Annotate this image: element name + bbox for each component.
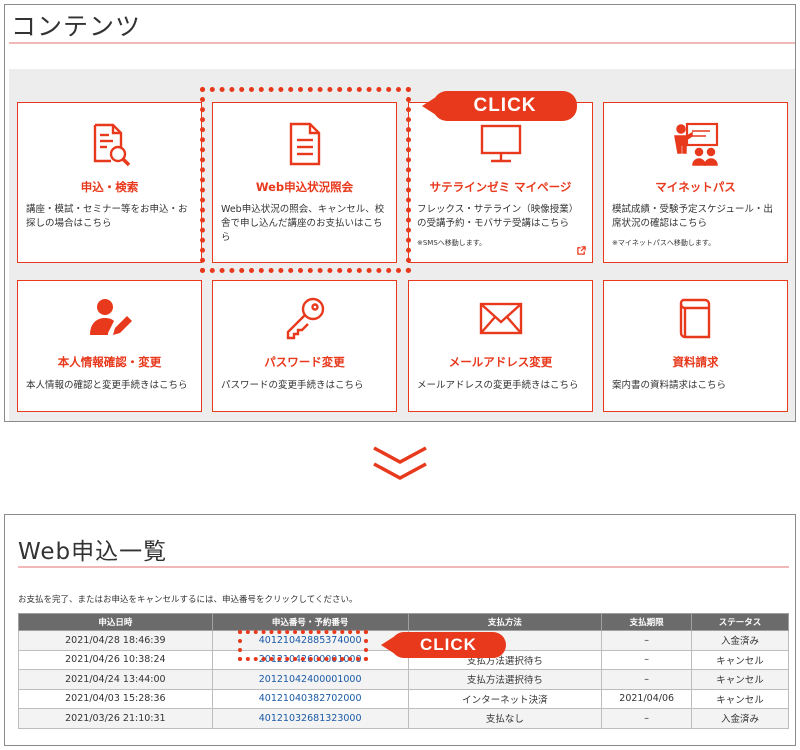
deadline-cell: – bbox=[601, 630, 693, 651]
table-row: 2021/03/26 21:10:31 40121032681323000 支払… bbox=[18, 708, 789, 729]
title-divider bbox=[18, 566, 789, 568]
table-row: 2021/04/03 15:28:36 40121040382702000 イン… bbox=[18, 688, 789, 709]
payment-method-cell: インターネット決済 bbox=[407, 688, 603, 709]
table-row: 2021/04/24 13:44:00 20121042400001000 支払… bbox=[18, 669, 789, 690]
key-icon bbox=[282, 295, 328, 341]
card-apply-search[interactable]: 申込・検索 講座・模試・セミナー等をお申込・お探しの場合はこちら bbox=[17, 102, 202, 263]
column-header: 支払方法 bbox=[407, 613, 603, 631]
deadline-cell: – bbox=[601, 708, 693, 729]
column-header: 申込日時 bbox=[18, 613, 213, 631]
card-title: パスワード変更 bbox=[264, 355, 345, 369]
card-title: メールアドレス変更 bbox=[448, 355, 553, 369]
title-divider bbox=[9, 42, 795, 44]
card-title: サテラインゼミ マイページ bbox=[429, 180, 572, 194]
application-number-link[interactable]: 20121042400001000 bbox=[211, 669, 409, 690]
callout-label: CLICK bbox=[473, 95, 537, 116]
card-description: パスワードの変更手続きはこちら bbox=[221, 380, 364, 391]
status-cell: キャンセル bbox=[691, 688, 789, 709]
deadline-cell: – bbox=[601, 649, 693, 670]
payment-method-cell: 支払方法選択待ち bbox=[407, 669, 603, 690]
envelope-icon bbox=[478, 295, 524, 341]
deadline-cell: – bbox=[601, 669, 693, 690]
card-description: 講座・模試・セミナー等をお申込・お探しの場合はこちら bbox=[26, 204, 188, 229]
applications-table: 申込日時 申込番号・予約番号 支払方法 支払期限 ステータス 2021/04/2… bbox=[18, 613, 789, 729]
callout-pointer bbox=[422, 97, 436, 115]
chevron-down-icon bbox=[373, 446, 427, 480]
column-header: ステータス bbox=[691, 613, 789, 631]
table-header-row: 申込日時 申込番号・予約番号 支払方法 支払期限 ステータス bbox=[18, 613, 789, 631]
contents-title: コンテンツ bbox=[11, 12, 142, 41]
card-note: ※SMSへ移動します。 bbox=[417, 239, 487, 247]
status-cell: キャンセル bbox=[691, 649, 789, 670]
payment-method-cell: 支払なし bbox=[407, 708, 603, 729]
monitor-icon bbox=[478, 121, 524, 167]
card-title: 申込・検索 bbox=[80, 180, 139, 194]
card-title: マイネットパス bbox=[655, 180, 736, 194]
web-list-title: Web申込一覧 bbox=[18, 539, 168, 565]
book-icon bbox=[673, 295, 719, 341]
card-description: 本人情報の確認と変更手続きはこちら bbox=[26, 380, 188, 391]
card-description: 案内書の資料請求はこちら bbox=[612, 380, 727, 391]
external-link-icon bbox=[577, 246, 586, 255]
callout-label: CLICK bbox=[420, 635, 477, 654]
card-password-change[interactable]: パスワード変更 パスワードの変更手続きはこちら bbox=[212, 280, 397, 412]
card-satelline-mypage[interactable]: サテラインゼミ マイページ フレックス・サテライン（映像授業）の受講予約・モバサ… bbox=[408, 102, 593, 263]
card-description: 模試成績・受験予定スケジュール・出席状況の確認はこちら bbox=[612, 204, 773, 229]
card-mynetpass[interactable]: マイネットパス 模試成績・受験予定スケジュール・出席状況の確認はこちら ※マイネ… bbox=[603, 102, 788, 263]
presentation-board-icon bbox=[673, 121, 719, 167]
highlight-frame bbox=[200, 87, 411, 273]
card-request-materials[interactable]: 資料請求 案内書の資料請求はこちら bbox=[603, 280, 788, 412]
status-cell: 入金済み bbox=[691, 708, 789, 729]
card-title: 本人情報確認・変更 bbox=[57, 355, 162, 369]
date-cell: 2021/04/03 15:28:36 bbox=[18, 688, 213, 709]
click-callout: CLICK bbox=[422, 91, 577, 121]
card-description: メールアドレスの変更手続きはこちら bbox=[417, 380, 579, 391]
deadline-cell: 2021/04/06 bbox=[601, 688, 693, 709]
highlight-frame bbox=[238, 630, 368, 661]
date-cell: 2021/04/28 18:46:39 bbox=[18, 630, 213, 651]
card-title: 資料請求 bbox=[672, 355, 719, 369]
date-cell: 2021/04/24 13:44:00 bbox=[18, 669, 213, 690]
column-header: 支払期限 bbox=[601, 613, 693, 631]
callout-pointer bbox=[381, 636, 395, 654]
card-note: ※マイネットパスへ移動します。 bbox=[612, 239, 716, 247]
status-cell: キャンセル bbox=[691, 669, 789, 690]
user-edit-icon bbox=[87, 295, 133, 341]
date-cell: 2021/04/26 10:38:24 bbox=[18, 649, 213, 670]
card-description: フレックス・サテライン（映像授業）の受講予約・モバサテ受講はこちら bbox=[417, 204, 579, 229]
search-document-icon bbox=[87, 121, 133, 167]
contents-panel: コンテンツ 申込・検索 講座・模試・セミナー等をお申込・お探しの場合はこちら W… bbox=[4, 4, 796, 422]
date-cell: 2021/03/26 21:10:31 bbox=[18, 708, 213, 729]
application-number-link[interactable]: 40121032681323000 bbox=[211, 708, 409, 729]
web-list-panel: Web申込一覧 お支払を完了、またはお申込をキャンセルするには、申込番号をクリッ… bbox=[4, 514, 796, 746]
card-email-change[interactable]: メールアドレス変更 メールアドレスの変更手続きはこちら bbox=[408, 280, 593, 412]
card-personal-info[interactable]: 本人情報確認・変更 本人情報の確認と変更手続きはこちら bbox=[17, 280, 202, 412]
click-callout: CLICK bbox=[381, 632, 506, 658]
column-header: 申込番号・予約番号 bbox=[211, 613, 409, 631]
instruction-text: お支払を完了、またはお申込をキャンセルするには、申込番号をクリックしてください。 bbox=[18, 595, 358, 605]
status-cell: 入金済み bbox=[691, 630, 789, 651]
application-number-link[interactable]: 40121040382702000 bbox=[211, 688, 409, 709]
